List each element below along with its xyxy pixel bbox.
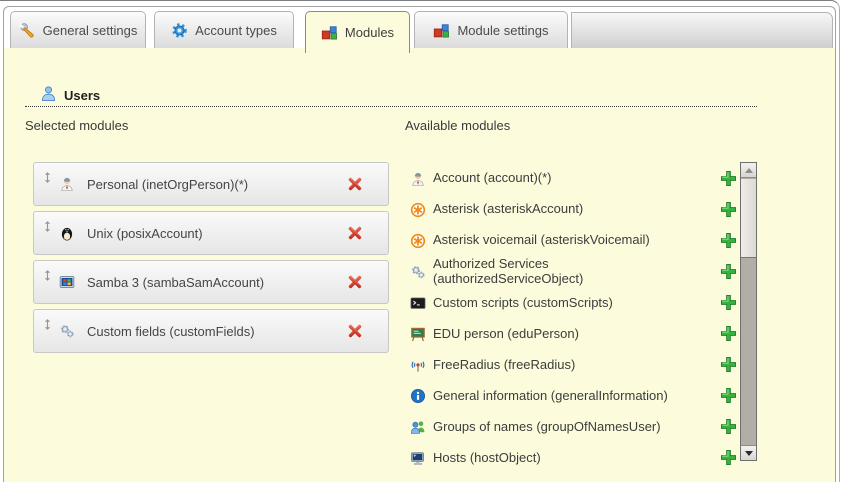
available-module-row-edu-person: EDU person (eduPerson) <box>405 319 737 350</box>
available-module-row-account: Account (account)(*) <box>405 163 737 194</box>
tab-label: General settings <box>43 23 138 38</box>
add-module-button[interactable] <box>719 201 737 219</box>
tab-strip-filler <box>571 12 833 48</box>
module-label: FreeRadius (freeRadius) <box>433 358 699 373</box>
tab-module-settings[interactable]: Module settings <box>414 11 568 48</box>
gear-icon <box>171 22 188 39</box>
selected-modules-header: Selected modules <box>25 118 128 133</box>
group-icon <box>410 419 426 435</box>
remove-module-button[interactable] <box>346 322 364 340</box>
module-label: Groups of names (groupOfNamesUser) <box>433 420 699 435</box>
module-label: Asterisk voicemail (asteriskVoicemail) <box>433 233 699 248</box>
add-module-button[interactable] <box>719 263 737 281</box>
available-module-row-asterisk-voicemail: Asterisk voicemail (asteriskVoicemail) <box>405 225 737 256</box>
available-modules-header: Available modules <box>405 118 510 133</box>
add-module-button[interactable] <box>719 325 737 343</box>
add-module-button[interactable] <box>719 356 737 374</box>
tab-modules[interactable]: Modules <box>305 11 410 53</box>
add-module-button[interactable] <box>719 294 737 312</box>
tab-label: Modules <box>345 25 394 40</box>
cubes-icon <box>433 22 450 39</box>
person-icon <box>410 171 426 187</box>
tab-bar: General settings Account types Modules M… <box>4 7 835 48</box>
available-module-row-authorized-services: Authorized Services (authorizedServiceOb… <box>405 256 737 288</box>
available-modules-scrollbar[interactable] <box>740 162 757 461</box>
module-label: Custom scripts (customScripts) <box>433 296 699 311</box>
samba-icon <box>59 274 75 290</box>
tab-account-types[interactable]: Account types <box>154 11 294 48</box>
remove-module-button[interactable] <box>346 273 364 291</box>
available-module-row-custom-scripts: Custom scripts (customScripts) <box>405 288 737 319</box>
scroll-up-button[interactable] <box>741 163 756 178</box>
available-module-row-hosts: Hosts (hostObject) <box>405 443 737 474</box>
blackboard-icon <box>410 326 426 342</box>
tab-general-settings[interactable]: General settings <box>10 11 146 48</box>
available-module-row-groups-of-names: Groups of names (groupOfNamesUser) <box>405 412 737 443</box>
antenna-icon <box>410 357 426 373</box>
available-module-row-general-information: General information (generalInformation) <box>405 381 737 412</box>
scrollbar-thumb[interactable] <box>741 179 756 258</box>
module-label: Account (account)(*) <box>433 171 699 186</box>
add-module-button[interactable] <box>719 449 737 467</box>
person-icon <box>59 176 75 192</box>
selected-modules-list: Personal (inetOrgPerson)(*) Unix (posixA… <box>33 162 389 358</box>
gears-icon <box>59 323 75 339</box>
lam-configuration-window: General settings Account types Modules M… <box>0 0 843 482</box>
drag-handle-icon[interactable] <box>43 269 52 287</box>
selected-module-row-samba[interactable]: Samba 3 (sambaSamAccount) <box>33 260 389 304</box>
info-icon <box>410 388 426 404</box>
tab-label: Account types <box>195 23 277 38</box>
module-label: Custom fields (customFields) <box>87 324 346 339</box>
available-modules-list: Account (account)(*) Asterisk (asteriskA… <box>405 163 737 474</box>
modules-tab-panel: Users Selected modules Available modules… <box>4 48 835 482</box>
add-module-button[interactable] <box>719 418 737 436</box>
drag-handle-icon[interactable] <box>43 318 52 336</box>
arrow-up-icon <box>745 168 753 173</box>
module-label: Hosts (hostObject) <box>433 451 699 466</box>
module-label: Asterisk (asteriskAccount) <box>433 202 699 217</box>
wrench-icon <box>19 22 36 39</box>
add-module-button[interactable] <box>719 232 737 250</box>
module-label: General information (generalInformation) <box>433 389 699 404</box>
section-divider <box>25 98 757 107</box>
computer-icon <box>410 450 426 466</box>
add-module-button[interactable] <box>719 387 737 405</box>
available-module-row-asterisk: Asterisk (asteriskAccount) <box>405 194 737 225</box>
remove-module-button[interactable] <box>346 224 364 242</box>
remove-module-button[interactable] <box>346 175 364 193</box>
terminal-icon <box>410 295 426 311</box>
asterisk-icon <box>410 233 426 249</box>
add-module-button[interactable] <box>719 170 737 188</box>
selected-module-row-custom-fields[interactable]: Custom fields (customFields) <box>33 309 389 353</box>
gears-icon <box>410 264 426 280</box>
module-label: Unix (posixAccount) <box>87 226 346 241</box>
tux-icon <box>59 225 75 241</box>
asterisk-icon <box>410 202 426 218</box>
cubes-icon <box>321 24 338 41</box>
module-label: EDU person (eduPerson) <box>433 327 699 342</box>
selected-module-row-unix[interactable]: Unix (posixAccount) <box>33 211 389 255</box>
module-label: Authorized Services (authorizedServiceOb… <box>433 257 699 287</box>
available-module-row-freeradius: FreeRadius (freeRadius) <box>405 350 737 381</box>
tab-label: Module settings <box>457 23 548 38</box>
selected-module-row-personal[interactable]: Personal (inetOrgPerson)(*) <box>33 162 389 206</box>
drag-handle-icon[interactable] <box>43 171 52 189</box>
settings-panel: General settings Account types Modules M… <box>3 6 836 482</box>
module-label: Samba 3 (sambaSamAccount) <box>87 275 346 290</box>
module-label: Personal (inetOrgPerson)(*) <box>87 177 346 192</box>
arrow-down-icon <box>745 451 753 456</box>
scroll-down-button[interactable] <box>741 445 756 460</box>
drag-handle-icon[interactable] <box>43 220 52 238</box>
